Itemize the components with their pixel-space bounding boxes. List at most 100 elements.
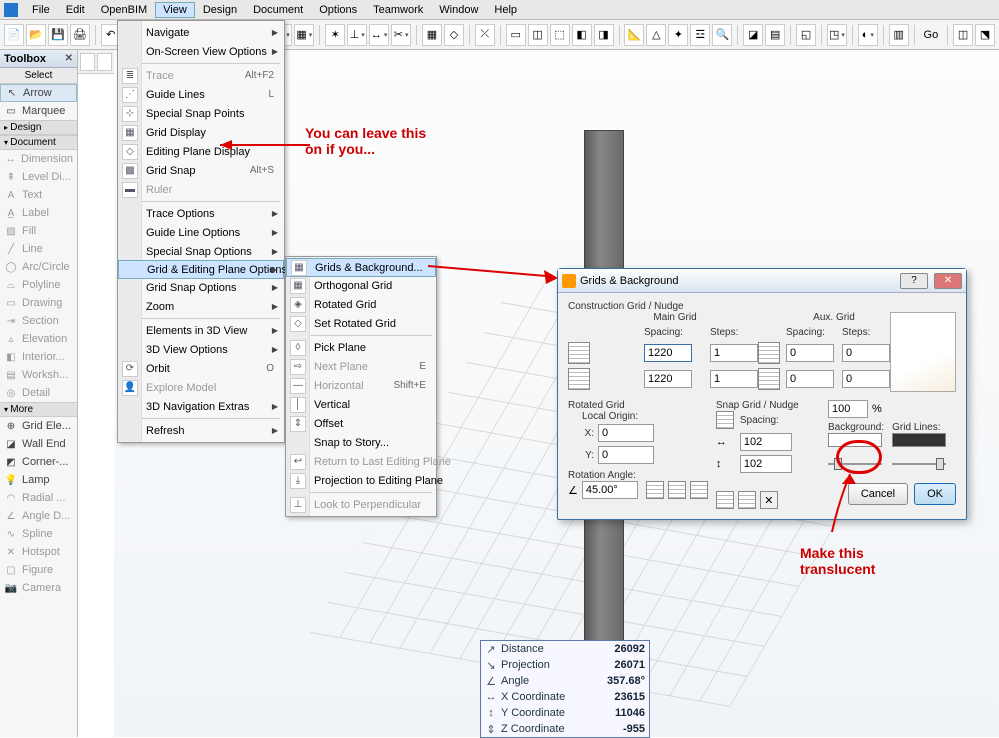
grid-horiz-icon[interactable] [568, 342, 590, 364]
submenu-return-last[interactable]: ↩Return to Last Editing Plane [286, 452, 436, 471]
tool-angle-d[interactable]: ∠Angle D... [0, 507, 77, 525]
submenu-offset[interactable]: ⇕Offset [286, 414, 436, 433]
submenu-rotated[interactable]: ◈Rotated Grid [286, 295, 436, 314]
menu-grid-snap[interactable]: ▩Grid SnapAlt+S [118, 161, 284, 180]
tool-grid-el[interactable]: ⊕Grid Ele... [0, 417, 77, 435]
tb-suspend-icon[interactable]: ⤫ [475, 24, 495, 46]
tool-interior[interactable]: ◧Interior... [0, 348, 77, 366]
main-steps-y[interactable] [710, 370, 758, 388]
main-spacing-x[interactable] [644, 344, 692, 362]
tb-morph[interactable]: ✦ [668, 24, 688, 46]
close-button[interactable]: ✕ [934, 273, 962, 289]
menu-trace-opts[interactable]: Trace Options▶ [118, 204, 284, 223]
tb-view3d[interactable]: ◱ [796, 24, 816, 46]
menu-help[interactable]: Help [486, 2, 525, 18]
menu-grid-edit-plane-opts[interactable]: Grid & Editing Plane Options▶ [118, 260, 284, 279]
tb-edit4[interactable]: ◧ [572, 24, 592, 46]
tool-camera[interactable]: 📷Camera [0, 579, 77, 597]
menu-options[interactable]: Options [311, 2, 365, 18]
tb-shade-icon[interactable]: ◐ [858, 24, 878, 46]
origin-x[interactable] [598, 424, 654, 442]
tb-snap-icon[interactable]: ✶ [325, 24, 345, 46]
help-button[interactable]: ? [900, 273, 928, 289]
tb-edit3[interactable]: ⬚ [550, 24, 570, 46]
tool-detail[interactable]: ◎Detail [0, 384, 77, 402]
menu-openbim[interactable]: OpenBIM [93, 2, 155, 18]
menu-document[interactable]: Document [245, 2, 311, 18]
aux-spacing-y[interactable] [786, 370, 834, 388]
submenu-next-plane[interactable]: ⇨Next PlaneE [286, 357, 436, 376]
close-icon[interactable]: ✕ [65, 53, 73, 64]
submenu-grids-background[interactable]: ▦Grids & Background... [286, 258, 436, 277]
tool-elevation[interactable]: ▵Elevation [0, 330, 77, 348]
menu-refresh[interactable]: Refresh▶ [118, 421, 284, 440]
tool-wall-end[interactable]: ◪Wall End [0, 435, 77, 453]
menu-window[interactable]: Window [431, 2, 486, 18]
toolbox-section-document[interactable]: Document [0, 135, 77, 150]
snap-opt-1[interactable] [716, 491, 734, 509]
tool-line[interactable]: ╱Line [0, 240, 77, 258]
menu-zoom[interactable]: Zoom▶ [118, 297, 284, 316]
submenu-orthogonal[interactable]: ▦Orthogonal Grid [286, 276, 436, 295]
tb-3d-icon[interactable]: ◳ [827, 24, 847, 46]
info-icon-2[interactable] [97, 53, 112, 71]
menu-grid-display[interactable]: ▦Grid Display [118, 123, 284, 142]
tool-level-dim[interactable]: ⇞Level Di... [0, 168, 77, 186]
dialog-titlebar[interactable]: Grids & Background ? ✕ [558, 269, 966, 293]
opt-icon-3[interactable] [690, 481, 708, 499]
tb-save-icon[interactable]: 💾 [48, 24, 68, 46]
menu-guidelines[interactable]: ⋰Guide LinesL [118, 85, 284, 104]
menu-design[interactable]: Design [195, 2, 245, 18]
menu-guideline-opts[interactable]: Guide Line Options▶ [118, 223, 284, 242]
tb-plane-icon[interactable]: ◇ [444, 24, 464, 46]
gridlines-slider[interactable] [892, 455, 946, 473]
zoom-pct[interactable] [828, 400, 868, 418]
menu-view[interactable]: View [155, 2, 195, 18]
tb-element-mode[interactable]: ▦ [294, 24, 314, 46]
submenu-set-rotated[interactable]: ◇Set Rotated Grid [286, 314, 436, 333]
tb-grid-icon[interactable]: ▦ [422, 24, 442, 46]
submenu-look-perp[interactable]: ⊥Look to Perpendicular [286, 495, 436, 514]
menu-3d-view-opts[interactable]: 3D View Options▶ [118, 340, 284, 359]
menu-teamwork[interactable]: Teamwork [365, 2, 431, 18]
tool-corner[interactable]: ◩Corner-... [0, 453, 77, 471]
tool-fill[interactable]: ▨Fill [0, 222, 77, 240]
snap-spacing-y[interactable] [740, 455, 792, 473]
tb-edit5[interactable]: ◨ [594, 24, 614, 46]
tool-dimension[interactable]: ↔Dimension [0, 150, 77, 168]
toolbox-section-design[interactable]: Design [0, 120, 77, 135]
tb-print-icon[interactable]: 🖨 [70, 24, 90, 46]
cancel-button[interactable]: Cancel [848, 483, 908, 505]
submenu-vertical[interactable]: │Vertical [286, 395, 436, 414]
snap-opt-off[interactable]: ✕ [760, 491, 778, 509]
tool-marquee[interactable]: ▭Marquee [0, 102, 77, 120]
tool-hotspot[interactable]: ✕Hotspot [0, 543, 77, 561]
tb-element[interactable]: △ [646, 24, 666, 46]
tb-layer[interactable]: ▤ [765, 24, 785, 46]
aux-steps-y[interactable] [842, 370, 890, 388]
tool-label[interactable]: A̲Label [0, 204, 77, 222]
tool-arrow[interactable]: ↖Arrow [0, 84, 77, 102]
main-steps-x[interactable] [710, 344, 758, 362]
menu-explore[interactable]: 👤Explore Model [118, 378, 284, 397]
submenu-horizontal[interactable]: ―HorizontalShift+E [286, 376, 436, 395]
tool-polyline[interactable]: ⌓Polyline [0, 276, 77, 294]
tool-radial[interactable]: ◠Radial ... [0, 489, 77, 507]
tb-layout-icon[interactable]: ▥ [889, 24, 909, 46]
menu-onscreen-opts[interactable]: On-Screen View Options▶ [118, 42, 284, 61]
submenu-pick-plane[interactable]: ◊Pick Plane [286, 338, 436, 357]
submenu-projection[interactable]: ⤓Projection to Editing Plane [286, 471, 436, 490]
grid-vert-icon[interactable] [568, 368, 590, 390]
tb-edit2[interactable]: ◫ [528, 24, 548, 46]
menu-orbit[interactable]: ⟳OrbitO [118, 359, 284, 378]
tb-trace[interactable]: ☲ [690, 24, 710, 46]
menu-file[interactable]: File [24, 2, 58, 18]
tool-figure[interactable]: ▢Figure [0, 561, 77, 579]
menu-trace[interactable]: ≣TraceAlt+F2 [118, 66, 284, 85]
submenu-snap-story[interactable]: Snap to Story... [286, 433, 436, 452]
tb-zone[interactable]: ◪ [743, 24, 763, 46]
toolbox-section-more[interactable]: More [0, 402, 77, 417]
menu-edit[interactable]: Edit [58, 2, 93, 18]
aux-steps-x[interactable] [842, 344, 890, 362]
tb-align[interactable]: ⊥ [347, 24, 367, 46]
